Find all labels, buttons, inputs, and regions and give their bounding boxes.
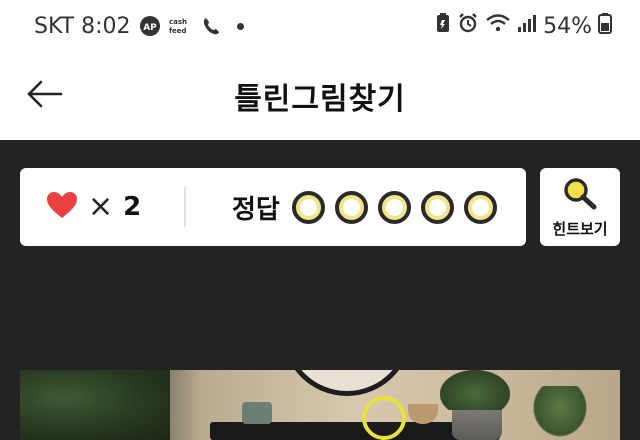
app-bar: 틀린그림찾기 <box>0 52 640 140</box>
vase <box>242 402 272 424</box>
notification-dot-icon <box>236 22 244 30</box>
lives-indicator: × 2 <box>20 191 184 223</box>
carrier-time: SKT 8:02 <box>34 13 131 39</box>
cashfeed-icon: cash feed <box>169 16 193 36</box>
plant-right <box>440 370 510 410</box>
plant-left <box>20 370 170 440</box>
hint-label: 힌트보기 <box>552 219 608 238</box>
signal-icon <box>517 12 537 40</box>
svg-text:cash: cash <box>169 18 187 26</box>
call-who-icon <box>201 15 223 37</box>
svg-text:feed: feed <box>169 27 187 35</box>
answer-slot <box>291 190 325 224</box>
page-title: 틀린그림찾기 <box>234 82 406 117</box>
puzzle-image[interactable] <box>20 370 620 440</box>
game-status-card: × 2 정답 <box>20 168 526 246</box>
wifi-icon <box>485 12 511 40</box>
hanging-plant <box>530 386 590 440</box>
answer-slot <box>463 190 497 224</box>
answer-slot <box>377 190 411 224</box>
arrow-left-icon <box>25 79 63 113</box>
ap-app-icon: AP <box>139 15 161 37</box>
answers-indicator: 정답 <box>186 189 497 226</box>
alarm-icon <box>457 12 479 40</box>
found-difference-marker[interactable] <box>362 396 406 440</box>
answers-label: 정답 <box>232 194 280 225</box>
answer-slots <box>291 190 497 224</box>
status-bar: SKT 8:02 AP cash feed 54% <box>0 0 640 52</box>
multiply-sign: × <box>88 189 114 224</box>
svg-text:AP: AP <box>143 23 157 33</box>
heart-icon <box>46 191 78 223</box>
answer-slot <box>334 190 368 224</box>
magnifier-icon <box>562 176 598 214</box>
round-mirror <box>282 370 412 396</box>
bowl <box>408 404 438 424</box>
battery-saver-icon <box>435 12 451 40</box>
battery-percent: 54% <box>543 13 592 39</box>
battery-icon <box>598 12 612 40</box>
hint-button[interactable]: 힌트보기 <box>540 168 620 246</box>
lives-count: 2 <box>123 192 142 222</box>
answer-slot <box>420 190 454 224</box>
back-button[interactable] <box>22 74 66 118</box>
